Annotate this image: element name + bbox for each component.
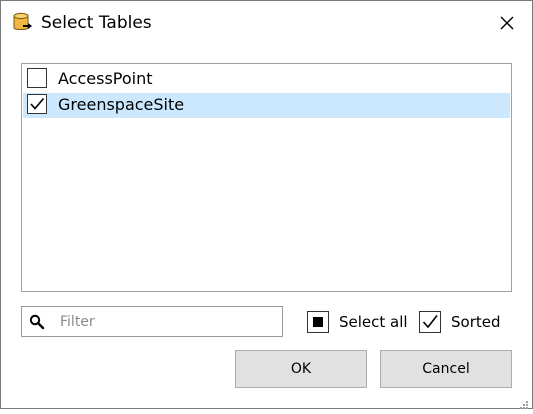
indeterminate-mark — [313, 317, 323, 327]
ok-button[interactable]: OK — [235, 350, 367, 388]
title-bar[interactable]: Select Tables — [1, 1, 532, 45]
dialog-title: Select Tables — [41, 13, 152, 33]
table-name: GreenspaceSite — [58, 95, 185, 114]
filter-box[interactable] — [21, 306, 283, 337]
table-checkbox[interactable] — [27, 94, 47, 114]
table-name: AccessPoint — [58, 69, 153, 88]
sorted-checkbox[interactable] — [419, 311, 441, 333]
select-all-checkbox[interactable] — [307, 311, 329, 333]
filter-input[interactable] — [60, 310, 275, 333]
sorted-label: Sorted — [451, 313, 501, 331]
database-export-icon — [12, 12, 34, 34]
select-all-label: Select all — [339, 313, 408, 331]
list-item-greenspacesite[interactable]: GreenspaceSite — [23, 93, 510, 118]
table-checkbox[interactable] — [27, 68, 47, 88]
close-icon — [500, 16, 514, 30]
search-icon — [29, 314, 45, 330]
table-list[interactable]: AccessPoint GreenspaceSite — [21, 63, 512, 292]
close-button[interactable] — [489, 7, 525, 39]
cancel-button[interactable]: Cancel — [380, 350, 512, 388]
list-item-accesspoint[interactable]: AccessPoint — [23, 67, 510, 92]
select-tables-dialog: Select Tables AccessPoint GreenspaceSite — [0, 0, 533, 409]
checkmark-icon — [422, 315, 438, 329]
checkmark-icon — [30, 97, 45, 110]
resize-grip-icon[interactable] — [519, 395, 529, 409]
